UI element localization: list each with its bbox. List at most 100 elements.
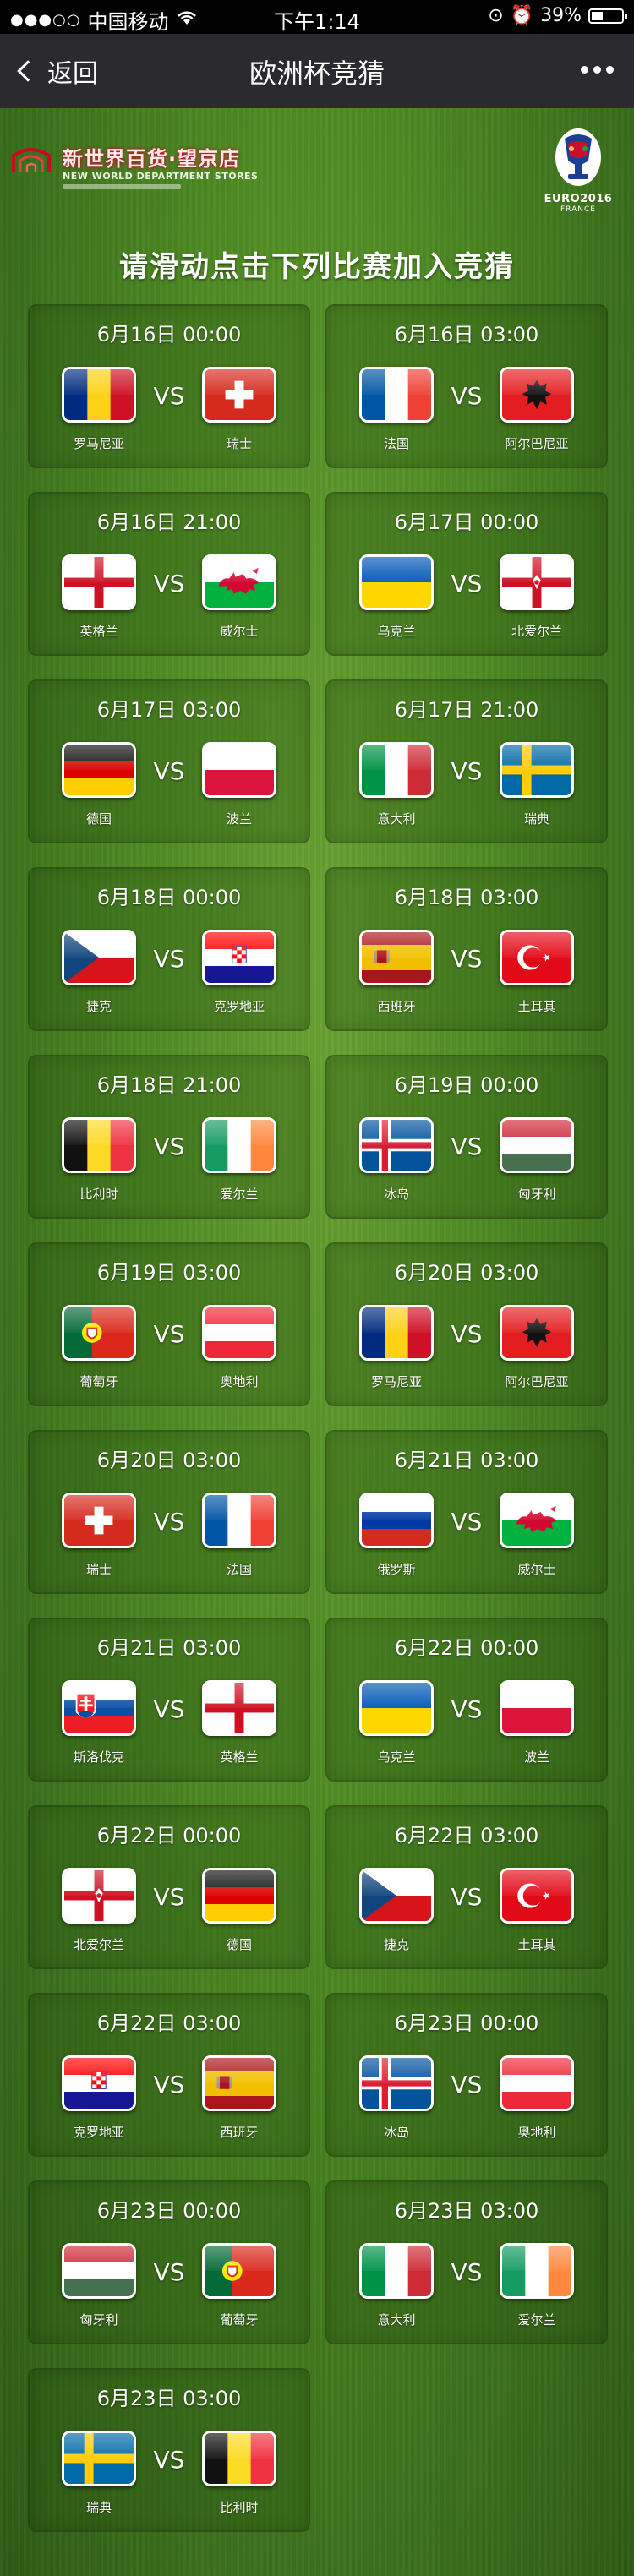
germany-flag-icon bbox=[202, 1868, 276, 1924]
match-card[interactable]: 6月18日 00:00 VS 捷克 克罗地亚 bbox=[28, 867, 310, 1031]
store-english-name: NEW WORLD DEPARTMENT STORES bbox=[63, 171, 259, 182]
match-datetime: 6月22日 03:00 bbox=[394, 1824, 539, 1847]
match-datetime: 6月21日 03:00 bbox=[96, 1636, 242, 1660]
match-datetime: 6月20日 03:00 bbox=[96, 1449, 242, 1472]
home-team-name: 英格兰 bbox=[79, 624, 118, 639]
match-card[interactable]: 6月17日 00:00 VS 乌克兰 北爱尔兰 bbox=[325, 492, 608, 656]
match-datetime: 6月21日 03:00 bbox=[394, 1449, 539, 1472]
match-card[interactable]: 6月21日 03:00 VS 斯洛伐克 英格兰 bbox=[28, 1618, 310, 1782]
home-team-name: 冰岛 bbox=[383, 2125, 409, 2140]
match-datetime: 6月23日 03:00 bbox=[96, 2387, 242, 2410]
match-card[interactable]: 6月18日 21:00 VS 比利时 爱尔兰 bbox=[28, 1055, 310, 1219]
match-datetime: 6月18日 21:00 bbox=[96, 1073, 242, 1097]
home-team-name: 葡萄牙 bbox=[79, 1374, 118, 1389]
belgium-flag-icon bbox=[202, 2431, 276, 2486]
nav-bar: 返回 欧洲杯竞猜 bbox=[0, 34, 634, 108]
home-team-name: 意大利 bbox=[377, 811, 416, 827]
home-team-name: 法国 bbox=[383, 436, 409, 451]
match-card[interactable]: 6月22日 03:00 VS 克罗地亚 西班牙 bbox=[28, 1993, 310, 2157]
away-team-name: 英格兰 bbox=[220, 1749, 259, 1765]
alarm-icon: ⏰ bbox=[510, 5, 534, 26]
spain-flag-icon bbox=[202, 2055, 276, 2111]
page-title: 欧洲杯竞猜 bbox=[249, 57, 385, 90]
match-card[interactable]: 6月17日 03:00 VS 德国 波兰 bbox=[28, 679, 310, 843]
home-team-name: 西班牙 bbox=[377, 999, 416, 1014]
match-datetime: 6月17日 03:00 bbox=[96, 698, 242, 722]
poland-flag-icon bbox=[500, 1680, 574, 1736]
battery-fill bbox=[592, 11, 603, 20]
match-card[interactable]: 6月18日 03:00 VS 西班牙 土耳其 bbox=[325, 867, 608, 1031]
home-team-name: 捷克 bbox=[383, 1937, 409, 1952]
away-team-name: 北爱尔兰 bbox=[511, 624, 562, 639]
away-team-name: 奥地利 bbox=[517, 2125, 556, 2140]
match-datetime: 6月18日 03:00 bbox=[394, 886, 539, 909]
match-card[interactable]: 6月21日 03:00 VS 俄罗斯 威尔士 bbox=[325, 1430, 608, 1594]
match-card[interactable]: 6月23日 00:00 VS 冰岛 奥地利 bbox=[325, 1993, 608, 2157]
match-card[interactable]: 6月20日 03:00 VS 罗马尼亚 阿尔巴尼亚 bbox=[325, 1242, 608, 1406]
sweden-flag-icon bbox=[500, 742, 574, 798]
match-card[interactable]: 6月16日 03:00 VS 法国 阿尔巴尼亚 bbox=[325, 304, 608, 468]
match-datetime: 6月23日 00:00 bbox=[96, 2199, 242, 2223]
match-card[interactable]: 6月22日 03:00 VS 捷克 土耳其 bbox=[325, 1805, 608, 1969]
home-team-name: 罗马尼亚 bbox=[370, 1374, 422, 1389]
match-card[interactable]: 6月22日 00:00 VS 乌克兰 波兰 bbox=[325, 1618, 608, 1782]
croatia-flag-icon bbox=[202, 930, 276, 985]
away-team-name: 威尔士 bbox=[517, 1562, 556, 1577]
away-team-name: 法国 bbox=[226, 1562, 252, 1577]
away-team-name: 比利时 bbox=[220, 2500, 259, 2515]
match-card[interactable]: 6月20日 03:00 VS 瑞士 法国 bbox=[28, 1430, 310, 1594]
store-logo: 新世界百货·望京店 NEW WORLD DEPARTMENT STORES bbox=[10, 142, 281, 205]
match-card[interactable]: 6月23日 00:00 VS 匈牙利 葡萄牙 bbox=[28, 2180, 310, 2344]
home-team-name: 德国 bbox=[85, 811, 112, 827]
match-datetime: 6月18日 00:00 bbox=[96, 886, 242, 909]
home-team-name: 瑞典 bbox=[85, 2500, 112, 2515]
england-flag-icon bbox=[202, 1680, 276, 1736]
match-card[interactable]: 6月22日 00:00 VS 北爱尔兰 德国 bbox=[28, 1805, 310, 1969]
away-team-name: 土耳其 bbox=[517, 1937, 556, 1952]
austria-flag-icon bbox=[500, 2055, 574, 2111]
match-card[interactable]: 6月16日 21:00 VS 英格兰 威尔士 bbox=[28, 492, 310, 656]
match-card[interactable]: 6月16日 00:00 VS 罗马尼亚 瑞士 bbox=[28, 304, 310, 468]
instruction-heading: 请滑动点击下列比赛加入竞猜 bbox=[119, 250, 515, 284]
home-team-name: 比利时 bbox=[79, 1187, 118, 1202]
poland-flag-icon bbox=[202, 742, 276, 798]
euro-title: EURO2016 bbox=[544, 193, 613, 205]
match-datetime: 6月23日 00:00 bbox=[394, 2011, 539, 2035]
home-team-name: 俄罗斯 bbox=[377, 1562, 416, 1577]
more-menu-button[interactable] bbox=[581, 66, 614, 74]
home-team-name: 乌克兰 bbox=[377, 624, 416, 639]
home-team-name: 克罗地亚 bbox=[73, 2125, 124, 2140]
turkey-flag-icon bbox=[500, 930, 574, 985]
albania-flag-icon bbox=[500, 1305, 574, 1361]
away-team-name: 威尔士 bbox=[220, 624, 259, 639]
match-card[interactable]: 6月17日 21:00 VS 意大利 瑞典 bbox=[325, 679, 608, 843]
match-card[interactable]: 6月23日 03:00 VS 意大利 爱尔兰 bbox=[325, 2180, 608, 2344]
away-team-name: 西班牙 bbox=[220, 2125, 259, 2140]
trophy-icon bbox=[555, 128, 601, 186]
away-team-name: 瑞士 bbox=[226, 436, 252, 451]
store-logo-icon bbox=[12, 148, 51, 172]
match-datetime: 6月16日 00:00 bbox=[96, 323, 242, 347]
home-team-name: 冰岛 bbox=[383, 1187, 409, 1202]
status-bar: ●●●○○ 中国移动 下午1:14 ⊙ ⏰ 39% bbox=[0, 0, 634, 34]
away-team-name: 爱尔兰 bbox=[517, 2312, 556, 2328]
away-team-name: 克罗地亚 bbox=[213, 999, 265, 1014]
france-flag-icon bbox=[202, 1493, 276, 1548]
away-team-name: 波兰 bbox=[226, 811, 252, 827]
home-team-name: 乌克兰 bbox=[377, 1749, 416, 1765]
albania-flag-icon bbox=[500, 367, 574, 423]
match-datetime: 6月23日 03:00 bbox=[394, 2199, 539, 2223]
away-team-name: 爱尔兰 bbox=[220, 1187, 259, 1202]
ireland-flag-icon bbox=[500, 2243, 574, 2299]
portugal-flag-icon bbox=[202, 2243, 276, 2299]
match-card[interactable]: 6月19日 00:00 VS 冰岛 匈牙利 bbox=[325, 1055, 608, 1219]
match-card[interactable]: 6月19日 03:00 VS 葡萄牙 奥地利 bbox=[28, 1242, 310, 1406]
match-datetime: 6月16日 03:00 bbox=[394, 323, 539, 347]
home-team-name: 意大利 bbox=[377, 2312, 416, 2328]
turkey-flag-icon bbox=[500, 1868, 574, 1924]
match-datetime: 6月22日 00:00 bbox=[394, 1636, 539, 1660]
home-team-name: 斯洛伐克 bbox=[73, 1749, 124, 1765]
match-datetime: 6月22日 00:00 bbox=[96, 1824, 242, 1847]
home-team-name: 捷克 bbox=[85, 999, 112, 1014]
match-card[interactable]: 6月23日 03:00 VS 瑞典 比利时 bbox=[28, 2368, 310, 2532]
